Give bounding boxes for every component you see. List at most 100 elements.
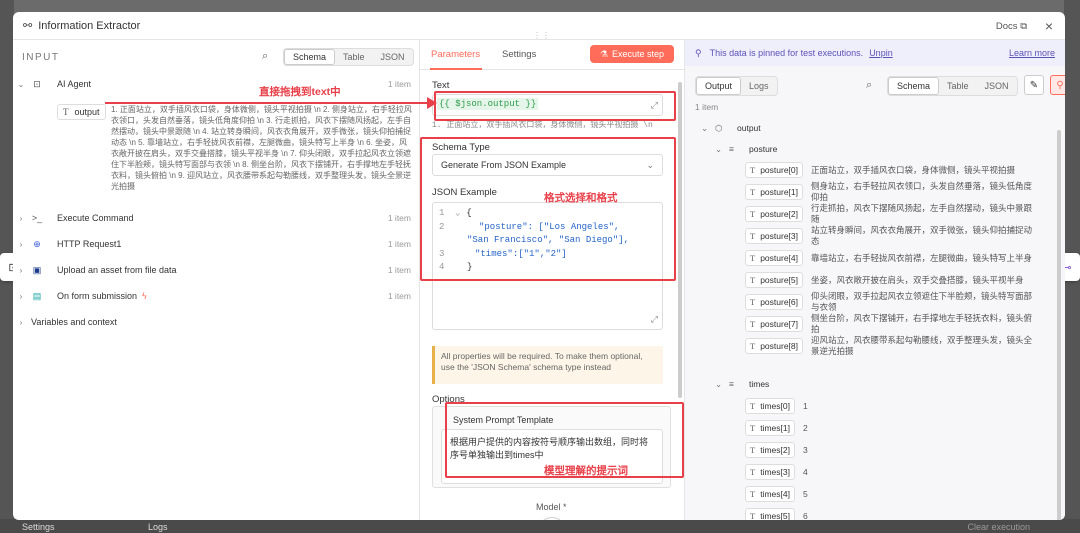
array-value: 站立转身瞬间，风衣衣角展开，双手微张，镜头仰拍捕捉动态 bbox=[811, 225, 1033, 246]
item-count: 1 item bbox=[387, 79, 411, 89]
tab-table[interactable]: Table bbox=[335, 49, 373, 65]
tree-array-item[interactable]: Ttimes[5] 6 bbox=[745, 508, 863, 520]
tree-array-item[interactable]: Ttimes[4] 5 bbox=[745, 486, 863, 502]
annotation-box-text bbox=[434, 91, 676, 121]
text-type-icon: T bbox=[750, 489, 756, 499]
array-key-chip[interactable]: Ttimes[4] bbox=[745, 486, 795, 502]
tab-json[interactable]: JSON bbox=[373, 49, 413, 65]
tree-posture[interactable]: ⌄ ≡ posture bbox=[715, 141, 777, 157]
tree-array-item[interactable]: Ttimes[2] 3 bbox=[745, 442, 863, 458]
chevron-right-icon: › bbox=[19, 265, 23, 275]
tree-array-item[interactable]: Ttimes[3] 4 bbox=[745, 464, 863, 480]
array-value: 2 bbox=[802, 422, 808, 433]
array-key-chip[interactable]: Tposture[3] bbox=[745, 228, 804, 244]
image-icon: ▣ bbox=[32, 264, 42, 275]
tree-array-item[interactable]: Tposture[1] 侧身站立，右手轻拉风衣领口，头发自然垂落，镜头低角度仰拍 bbox=[745, 181, 1039, 202]
array-key: posture[6] bbox=[760, 297, 799, 307]
array-key-chip[interactable]: Ttimes[5] bbox=[745, 508, 795, 520]
tree-array-item[interactable]: Ttimes[0] 1 bbox=[745, 398, 863, 414]
tree-array-item[interactable]: Tposture[0] 正面站立，双手插风衣口袋，身体微侧，镜头平视拍摄 bbox=[745, 162, 1039, 178]
close-icon[interactable]: × bbox=[1045, 18, 1053, 34]
settings-link[interactable]: Settings bbox=[22, 522, 55, 532]
docs-link[interactable]: Docs ⧉ bbox=[996, 21, 1027, 32]
pin-button[interactable]: ⚲ bbox=[1050, 75, 1065, 95]
tree-array-item[interactable]: Tposture[8] 迎风站立，风衣腰带系起勾勒腰线，双手整理头发，镜头全景逆光… bbox=[745, 335, 1039, 356]
tree-node-upload-asset[interactable]: › ▣ Upload an asset from file data bbox=[13, 262, 177, 278]
array-value: 迎风站立，风衣腰带系起勾勒腰线，双手整理头发，镜头全景逆光拍摄 bbox=[811, 335, 1033, 356]
array-key: times[0] bbox=[760, 401, 790, 411]
pin-icon: ⚲ bbox=[695, 47, 702, 58]
array-key: posture[5] bbox=[760, 275, 799, 285]
array-key-chip[interactable]: Tposture[7] bbox=[745, 316, 804, 332]
chevron-down-icon: ⌄ bbox=[701, 122, 709, 133]
input-panel: INPUT ⌕ Schema Table JSON ⌄ ⊡ AI Agent 1… bbox=[13, 40, 420, 520]
active-tab-underline bbox=[430, 68, 482, 70]
array-key: posture[4] bbox=[760, 253, 799, 263]
learn-more-link[interactable]: Learn more bbox=[1009, 48, 1055, 58]
tree-array-item[interactable]: Tposture[2] 行走抓拍，风衣下摆随风扬起，左手自然摆动，镜头中景跟随 bbox=[745, 203, 1039, 224]
array-key-chip[interactable]: Tposture[6] bbox=[745, 294, 804, 310]
array-value: 3 bbox=[802, 444, 808, 455]
tree-node-form-submission[interactable]: › ▤ On form submission ϟ bbox=[13, 288, 147, 304]
tree-array-item[interactable]: Ttimes[1] 2 bbox=[745, 420, 863, 436]
drag-grip-icon[interactable]: ⋮⋮ bbox=[533, 31, 553, 40]
array-value: 正面站立，双手插风衣口袋，身体微侧，镜头平视拍摄 bbox=[811, 164, 1016, 175]
tree-node-ai-agent[interactable]: ⌄ ⊡ AI Agent bbox=[13, 76, 91, 92]
array-key-chip[interactable]: Tposture[8] bbox=[745, 338, 804, 354]
array-key-chip[interactable]: Ttimes[0] bbox=[745, 398, 795, 414]
array-key-chip[interactable]: Tposture[4] bbox=[745, 250, 804, 266]
array-key-chip[interactable]: Tposture[1] bbox=[745, 184, 804, 200]
array-value: 靠墙站立，右手轻拢风衣前襟，左腿微曲，镜头特写上半身 bbox=[811, 252, 1033, 263]
chevron-right-icon: › bbox=[19, 239, 23, 249]
execute-step-button[interactable]: ⚗ Execute step bbox=[590, 45, 674, 63]
edit-button[interactable]: ✎ bbox=[1024, 75, 1044, 95]
search-icon[interactable]: ⌕ bbox=[262, 50, 268, 63]
array-key: times[3] bbox=[760, 467, 790, 477]
tab-schema[interactable]: Schema bbox=[284, 49, 336, 65]
expand-icon[interactable]: ⤢ bbox=[651, 314, 658, 328]
tree-array-item[interactable]: Tposture[6] 仰头闭眼，双手拉起风衣立领遮住下半脸颊，镜头特写面部与衣领 bbox=[745, 291, 1039, 312]
array-key: posture[2] bbox=[760, 209, 799, 219]
tab-output[interactable]: Output bbox=[696, 77, 742, 95]
list-icon: ≡ bbox=[729, 144, 734, 154]
tree-output-root[interactable]: ⌄ ⬡ output bbox=[701, 120, 761, 136]
tab-json[interactable]: JSON bbox=[977, 77, 1017, 95]
tree-node-execute-command[interactable]: › >_ Execute Command bbox=[13, 210, 134, 226]
tree-array-item[interactable]: Tposture[5] 坐姿，风衣敞开披在肩头，双手交叠搭膝，镜头平视半身 bbox=[745, 272, 1039, 288]
unpin-link[interactable]: Unpin bbox=[869, 48, 893, 58]
search-icon[interactable]: ⌕ bbox=[866, 79, 872, 92]
array-key-chip[interactable]: Ttimes[3] bbox=[745, 464, 795, 480]
model-connector[interactable]: ⚇ bbox=[538, 517, 566, 520]
tree-node-http-request[interactable]: › ⊕ HTTP Request1 bbox=[13, 236, 122, 252]
array-value: 侧坐台阶，风衣下摆铺开，右手撑地左手轻抚衣料，镜头俯拍 bbox=[811, 313, 1033, 334]
output-scrollbar[interactable] bbox=[1057, 130, 1061, 520]
tab-table[interactable]: Table bbox=[939, 77, 977, 95]
tab-settings[interactable]: Settings bbox=[502, 49, 536, 60]
array-value: 行走抓拍，风衣下摆随风扬起，左手自然摆动，镜头中景跟随 bbox=[811, 203, 1033, 224]
tree-array-item[interactable]: Tposture[3] 站立转身瞬间，风衣衣角展开，双手微张，镜头仰拍捕捉动态 bbox=[745, 225, 1039, 246]
logs-link[interactable]: Logs bbox=[148, 522, 168, 532]
tab-parameters[interactable]: Parameters bbox=[431, 49, 480, 60]
tree-times[interactable]: ⌄ ≡ times bbox=[715, 376, 769, 392]
annotation-drag-hint: 直接拖拽到text中 bbox=[259, 86, 341, 98]
output-field-chip[interactable]: T output bbox=[57, 104, 106, 120]
array-key: times[4] bbox=[760, 489, 790, 499]
chevron-down-icon: ⌄ bbox=[17, 79, 25, 89]
tree-array-item[interactable]: Tposture[7] 侧坐台阶，风衣下摆铺开，右手撑地左手轻抚衣料，镜头俯拍 bbox=[745, 313, 1039, 334]
array-key-chip[interactable]: Tposture[0] bbox=[745, 162, 804, 178]
array-key-chip[interactable]: Ttimes[1] bbox=[745, 420, 795, 436]
array-key-chip[interactable]: Tposture[5] bbox=[745, 272, 804, 288]
array-key-chip[interactable]: Tposture[2] bbox=[745, 206, 804, 222]
clear-execution-link[interactable]: Clear execution bbox=[967, 522, 1030, 532]
tree-array-item[interactable]: Tposture[4] 靠墙站立，右手轻拢风衣前襟，左腿微曲，镜头特写上半身 bbox=[745, 250, 1039, 266]
array-key-chip[interactable]: Ttimes[2] bbox=[745, 442, 795, 458]
tab-schema[interactable]: Schema bbox=[888, 77, 940, 95]
array-value: 5 bbox=[802, 488, 808, 499]
item-count: 1 item bbox=[387, 213, 411, 223]
array-value: 坐姿，风衣敞开披在肩头，双手交叠搭膝，镜头平视半身 bbox=[811, 274, 1024, 285]
tab-logs[interactable]: Logs bbox=[741, 77, 777, 95]
params-scrollbar[interactable] bbox=[678, 82, 682, 398]
tree-node-variables[interactable]: › Variables and context bbox=[13, 314, 117, 330]
input-heading: INPUT bbox=[22, 52, 60, 63]
node-flow-icon: ⚯ bbox=[23, 20, 33, 32]
